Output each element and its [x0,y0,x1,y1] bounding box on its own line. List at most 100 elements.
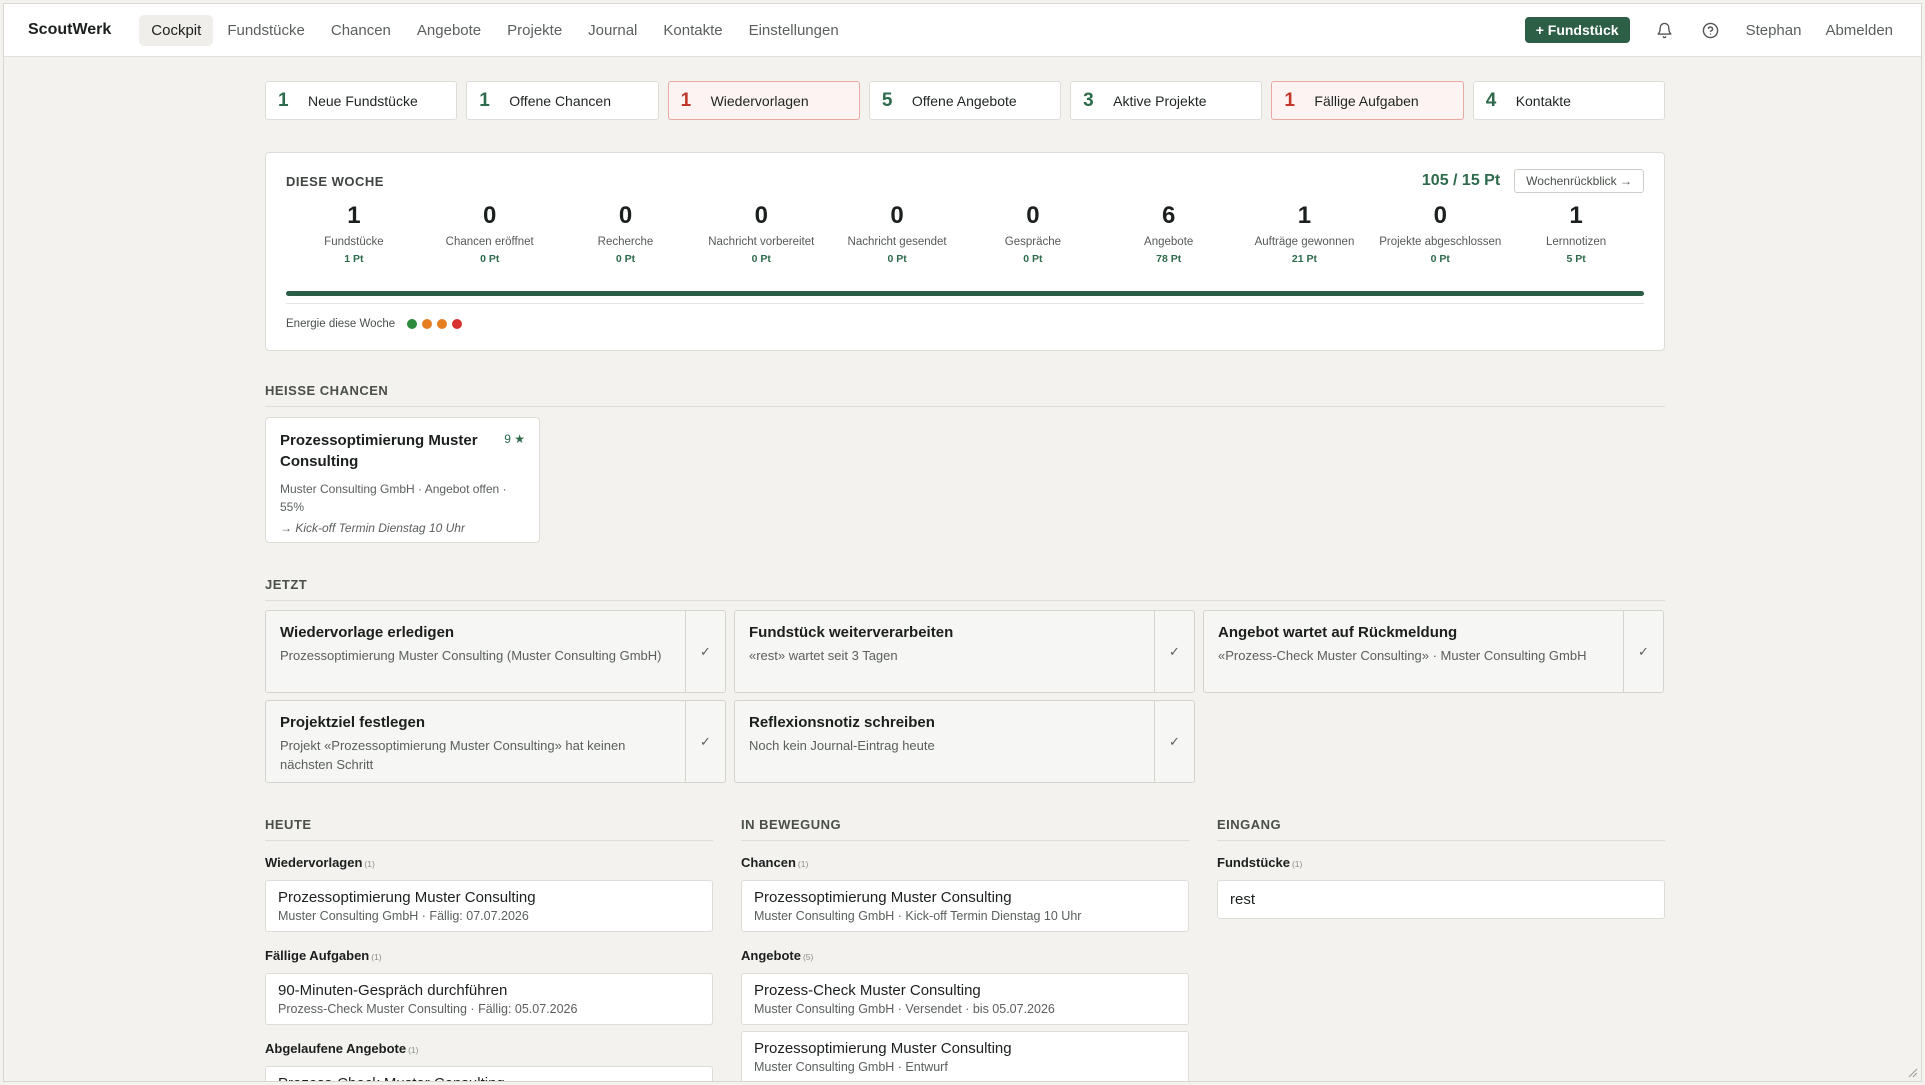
resize-handle-icon[interactable] [1906,1066,1918,1078]
tile-count: 1 [479,89,490,111]
list-item[interactable]: Prozess-Check Muster Consulting Muster Co… [741,973,1189,1025]
tile-aktive-projekte[interactable]: 3 Aktive Projekte [1070,81,1263,120]
check-icon[interactable]: ✓ [1154,701,1194,782]
week-stat[interactable]: 1 Fundstücke 1 Pt [286,203,422,266]
tile-label: Wiedervorlagen [710,92,809,109]
help-icon[interactable] [1700,19,1722,41]
week-stat[interactable]: 0 Gespräche 0 Pt [965,203,1101,266]
week-stat[interactable]: 1 Aufträge gewonnen 21 Pt [1237,203,1373,266]
group-title: Wiedervorlagen [265,855,363,870]
stat-label: Projekte abgeschlossen [1379,236,1502,248]
energy-label: Energie diese Woche [286,318,396,330]
wochenrueckblick-button[interactable]: Wochenrückblick → [1514,169,1644,193]
energy-dots [407,319,463,329]
top-navigation: ScoutWerk Cockpit Fundstücke Chancen Ang… [4,4,1921,57]
now-action-card[interactable]: Wiedervorlage erledigen Prozessoptimierun… [265,610,726,693]
tile-label: Kontakte [1515,92,1571,109]
list-item[interactable]: Prozess-Check Muster Consulting [265,1066,713,1081]
now-action-card[interactable]: Reflexionsnotiz schreiben Noch kein Journ… [734,700,1195,783]
section-heading: HEISSE CHANCEN [265,383,1665,407]
stat-value: 0 [1433,202,1447,229]
section-heading: HEUTE [265,817,713,841]
group-heading: Chancen (1) [741,855,1189,870]
list-item-subtitle: Muster Consulting GmbH · Kick-off Termin… [754,909,1082,923]
group-title: Fällige Aufgaben [265,948,370,963]
nav-chancen[interactable]: Chancen [319,15,403,46]
energy-dot[interactable] [407,319,418,329]
tile-faellige-aufgaben[interactable]: 1 Fällige Aufgaben [1271,81,1464,120]
hot-chance-next-step: → Kick-off Termin Dienstag 10 Uhr [280,521,465,535]
tile-count: 3 [1083,89,1094,111]
list-item-subtitle: Muster Consulting GmbH · Entwurf [754,1060,948,1074]
list-item-title: rest [1230,891,1256,908]
nav-angebote[interactable]: Angebote [405,15,493,46]
stat-value: 6 [1162,202,1176,229]
add-fundstueck-button[interactable]: + Fundstück [1524,17,1630,43]
list-item-title: 90-Minuten-Gespräch durchführen [278,982,508,999]
check-icon[interactable]: ✓ [685,701,725,782]
list-item[interactable]: 90-Minuten-Gespräch durchführen Prozess-C… [265,973,713,1025]
tile-label: Fällige Aufgaben [1314,92,1419,109]
week-stat[interactable]: 0 Recherche 0 Pt [558,203,694,266]
bell-icon[interactable] [1654,19,1676,41]
energy-dot[interactable] [437,319,448,329]
stat-value: 0 [754,202,768,229]
stat-label: Nachricht vorbereitet [708,236,815,248]
group-title: Chancen [741,855,796,870]
tile-label: Offene Angebote [911,92,1017,109]
week-stat[interactable]: 0 Chancen eröffnet 0 Pt [422,203,558,266]
nav-journal[interactable]: Journal [576,15,649,46]
tile-wiedervorlagen[interactable]: 1 Wiedervorlagen [667,81,860,120]
nav-einstellungen[interactable]: Einstellungen [737,15,851,46]
energy-dot[interactable] [422,319,433,329]
list-item[interactable]: Prozessoptimierung Muster Consulting Must… [741,880,1189,932]
now-card-title: Reflexionsnotiz schreiben [749,714,935,731]
hot-chance-title: Prozessoptimierung Muster Consulting [280,432,478,470]
moving-column: IN BEWEGUNG Chancen (1) Prozessoptimierung… [741,817,1189,1081]
now-action-card[interactable]: Fundstück weiterverarbeiten «rest» wartet… [734,610,1195,693]
now-card-body: Angebot wartet auf Rückmeldung «Prozess-C… [1204,611,1623,692]
check-icon[interactable]: ✓ [1154,611,1194,692]
week-stat[interactable]: 0 Projekte abgeschlossen 0 Pt [1372,202,1508,266]
check-icon[interactable]: ✓ [1623,611,1663,692]
brand-logo[interactable]: ScoutWerk [28,21,111,39]
nav-kontakte[interactable]: Kontakte [651,15,734,46]
energy-dot[interactable] [452,319,463,329]
tile-offene-angebote[interactable]: 5 Offene Angebote [868,81,1062,120]
stat-points: 0 Pt [1023,253,1043,265]
check-icon[interactable]: ✓ [685,611,725,692]
list-item[interactable]: rest [1217,880,1665,919]
logout-link[interactable]: Abmelden [1825,22,1893,39]
week-title: DIESE WOCHE [286,174,384,189]
list-item[interactable]: Prozessoptimierung Muster Consulting Must… [741,1031,1189,1081]
main-nav: Cockpit Fundstücke Chancen Angebote Proj… [139,14,851,46]
stat-points: 0 Pt [480,253,500,265]
nav-projekte[interactable]: Projekte [495,15,574,46]
tile-count: 1 [1284,89,1295,111]
now-action-card[interactable]: Angebot wartet auf Rückmeldung «Prozess-C… [1203,610,1664,693]
nav-fundstuecke[interactable]: Fundstücke [215,15,317,46]
week-stat[interactable]: 0 Nachricht gesendet 0 Pt [829,203,965,266]
tile-kontakte[interactable]: 4 Kontakte [1472,81,1665,120]
nav-cockpit[interactable]: Cockpit [139,14,214,46]
week-stat[interactable]: 0 Nachricht vorbereitet 0 Pt [693,202,829,266]
group-heading: Fällige Aufgaben (1) [265,948,713,963]
now-section: JETZT Wiedervorlage erledigen Prozessopti… [265,577,1665,783]
hot-chance-card[interactable]: Prozessoptimierung Muster Consulting 9 ★… [265,417,540,543]
nav-actions: + Fundstück Stephan Abmelden [1524,17,1893,43]
group-title: Angebote [741,948,801,963]
week-stat[interactable]: 6 Angebote 78 Pt [1101,202,1237,266]
week-stat[interactable]: 1 Lernnotizen 5 Pt [1508,203,1644,266]
list-item-subtitle: Muster Consulting GmbH · Fällig: 07.07.2… [278,909,529,923]
tile-offene-chancen[interactable]: 1 Offene Chancen [466,81,659,120]
now-card-title: Angebot wartet auf Rückmeldung [1218,624,1458,641]
app-window: ScoutWerk Cockpit Fundstücke Chancen Ang… [3,3,1922,1082]
group-heading: Abgelaufene Angebote (1) [265,1041,713,1056]
now-action-card[interactable]: Projektziel festlegen Projekt «Prozessopt… [265,700,726,783]
list-item[interactable]: Prozessoptimierung Muster Consulting Must… [265,880,713,932]
list-item-subtitle: Prozess-Check Muster Consulting · Fällig… [278,1002,578,1016]
list-item-title: Prozessoptimierung Muster Consulting [754,1040,1012,1057]
user-name[interactable]: Stephan [1746,22,1802,39]
tile-neue-fundstuecke[interactable]: 1 Neue Fundstücke [265,81,458,120]
group-count: (1) [797,859,809,869]
